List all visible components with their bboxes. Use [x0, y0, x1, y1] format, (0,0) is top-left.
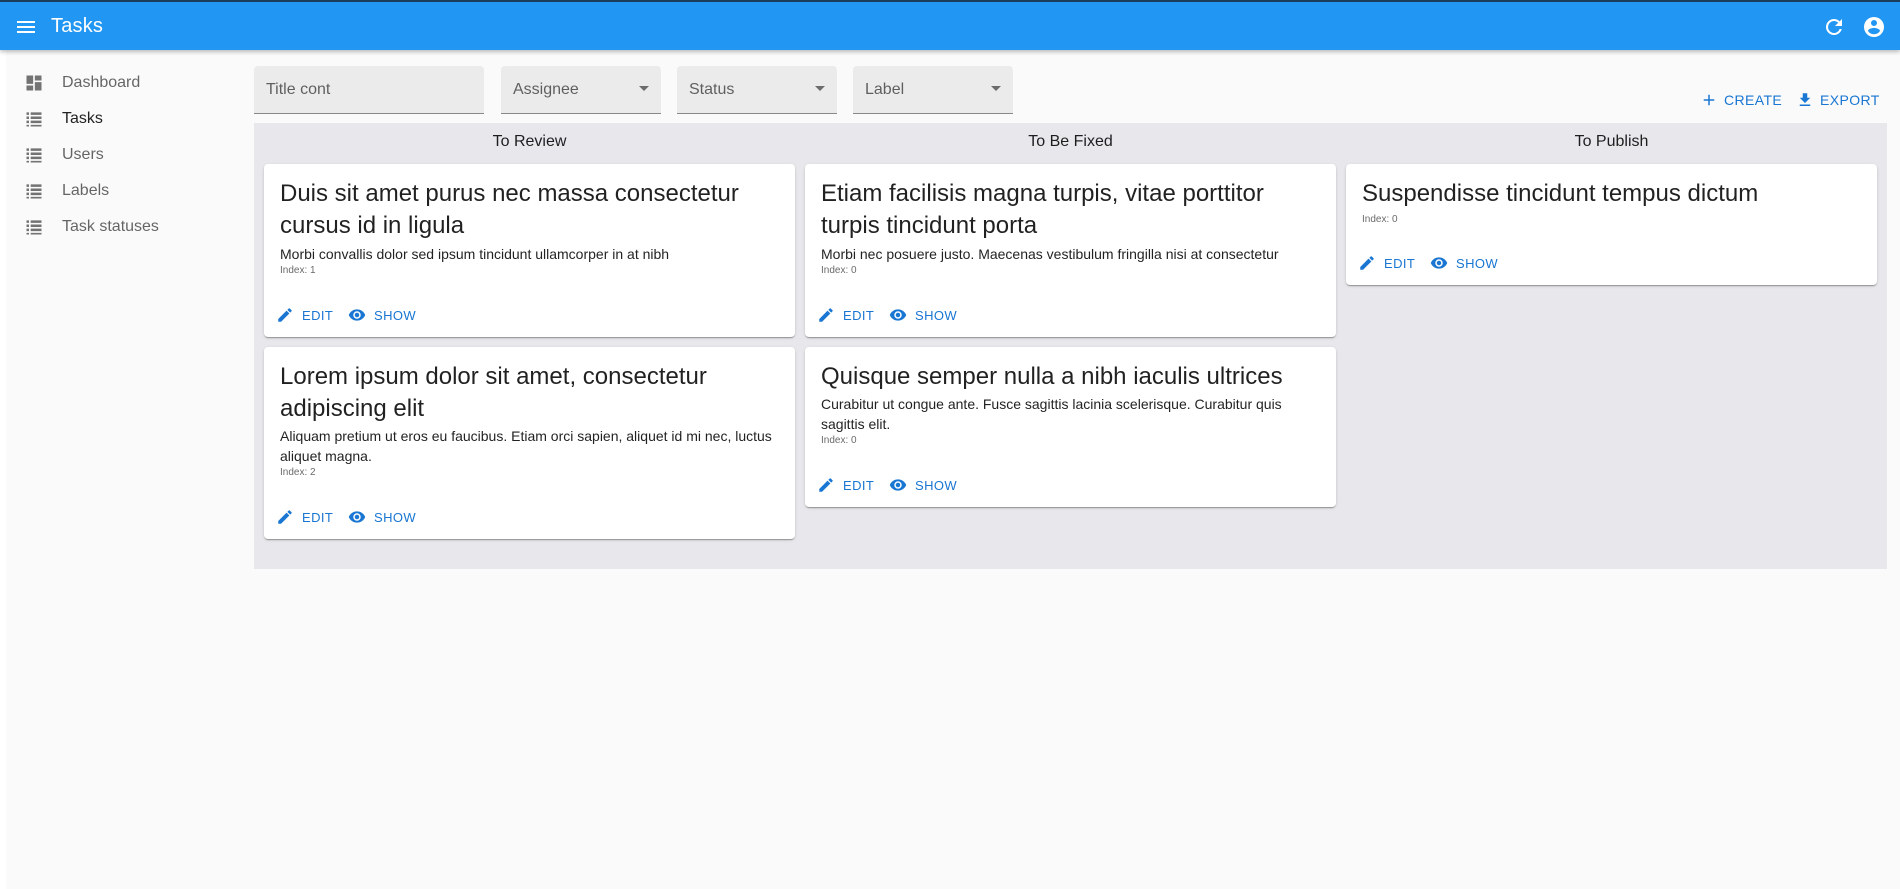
show-button[interactable]: SHOW [889, 305, 957, 325]
sidebar-item-dashboard[interactable]: Dashboard [0, 65, 240, 101]
edit-button-label: EDIT [843, 307, 875, 323]
chevron-down-icon [639, 86, 649, 91]
sidebar-item-tasks[interactable]: Tasks [0, 101, 240, 137]
label-select-label: Label [865, 81, 905, 98]
sidebar-item-label: Dashboard [62, 74, 141, 91]
show-button-label: SHOW [915, 307, 958, 323]
task-card-description: Morbi convallis dolor sed ipsum tincidun… [280, 246, 670, 262]
task-card: Suspendisse tincidunt tempus dictum Inde… [1346, 164, 1877, 285]
column-title-to-be-fixed: To Be Fixed [1028, 133, 1113, 150]
task-card: Quisque semper nulla a nibh iaculis ultr… [805, 347, 1336, 507]
eye-icon [889, 309, 907, 321]
pencil-icon [1360, 256, 1374, 270]
app-bar: Tasks [0, 0, 1900, 50]
plus-icon [1703, 94, 1715, 106]
task-card-title: Lorem ipsum dolor sit amet, consectetur … [280, 363, 707, 422]
task-card-title: Etiam facilisis magna turpis, vitae port… [821, 180, 1264, 239]
show-button-label: SHOW [1456, 255, 1499, 271]
list-icon [24, 217, 44, 237]
column-title-to-publish: To Publish [1574, 133, 1649, 150]
edit-button[interactable]: EDIT [276, 305, 333, 325]
task-card-index: Index: 0 [821, 435, 857, 446]
sidebar-item-task-statuses[interactable]: Task statuses [0, 209, 240, 245]
edit-button-label: EDIT [843, 477, 875, 493]
eye-icon [1430, 257, 1448, 269]
task-card-description: Curabitur ut congue ante. Fusce sagittis… [821, 396, 1282, 432]
task-card-index: Index: 0 [821, 265, 857, 276]
list-icon [24, 145, 44, 165]
pencil-icon [819, 478, 833, 492]
show-button-label: SHOW [374, 509, 417, 525]
title-filter-label: Title cont [266, 81, 331, 98]
create-button[interactable]: CREATE [1700, 90, 1782, 110]
menu-icon[interactable] [14, 15, 38, 39]
edit-button-label: EDIT [302, 509, 334, 525]
pencil-icon [819, 308, 833, 322]
task-card: Etiam facilisis magna turpis, vitae port… [805, 164, 1336, 337]
list-icon [24, 181, 44, 201]
status-select-label: Status [689, 81, 735, 98]
create-button-label: CREATE [1724, 92, 1783, 108]
export-button[interactable]: EXPORT [1796, 90, 1880, 110]
task-card-description: Morbi nec posuere justo. Maecenas vestib… [821, 246, 1279, 262]
sidebar-item-label: Labels [62, 182, 110, 199]
download-icon [1799, 93, 1811, 106]
app-title: Tasks [51, 15, 104, 37]
list-icon [24, 109, 44, 129]
label-select[interactable]: Label [853, 66, 1013, 114]
export-button-label: EXPORT [1820, 92, 1880, 108]
title-filter-input[interactable]: Title cont [254, 66, 484, 114]
task-card-index: Index: 0 [1362, 214, 1398, 225]
edit-button-label: EDIT [1384, 255, 1416, 271]
eye-icon [889, 479, 907, 491]
eye-icon [348, 511, 366, 523]
assignee-select[interactable]: Assignee [501, 66, 661, 114]
edit-button[interactable]: EDIT [817, 475, 874, 495]
eye-icon [348, 309, 366, 321]
sidebar-item-label: Tasks [62, 110, 103, 127]
task-card: Duis sit amet purus nec massa consectetu… [264, 164, 795, 337]
task-card-index: Index: 2 [280, 467, 316, 478]
task-card-title: Duis sit amet purus nec massa consectetu… [280, 180, 739, 239]
dashboard-icon [24, 73, 44, 93]
task-card: Lorem ipsum dolor sit amet, consectetur … [264, 347, 795, 539]
column-title-to-review: To Review [492, 133, 567, 150]
edit-button[interactable]: EDIT [817, 305, 874, 325]
assignee-select-label: Assignee [513, 81, 579, 98]
status-select[interactable]: Status [677, 66, 837, 114]
chevron-down-icon [815, 86, 825, 91]
pencil-icon [278, 510, 292, 524]
show-button-label: SHOW [915, 477, 958, 493]
show-button[interactable]: SHOW [889, 475, 957, 495]
sidebar-item-label: Users [62, 146, 104, 163]
edit-button[interactable]: EDIT [276, 507, 333, 527]
show-button-label: SHOW [374, 307, 417, 323]
refresh-icon[interactable] [1822, 15, 1846, 39]
sidebar-item-users[interactable]: Users [0, 137, 240, 173]
task-card-index: Index: 1 [280, 265, 316, 276]
edit-button[interactable]: EDIT [1358, 253, 1415, 273]
show-button[interactable]: SHOW [348, 507, 416, 527]
sidebar-item-labels[interactable]: Labels [0, 173, 240, 209]
show-button[interactable]: SHOW [1430, 253, 1498, 273]
show-button[interactable]: SHOW [348, 305, 416, 325]
account-circle-icon[interactable] [1862, 15, 1886, 39]
edit-button-label: EDIT [302, 307, 334, 323]
pencil-icon [278, 308, 292, 322]
task-card-title: Quisque semper nulla a nibh iaculis ultr… [821, 363, 1283, 390]
task-card-title: Suspendisse tincidunt tempus dictum [1362, 180, 1759, 207]
task-card-description: Aliquam pretium ut eros eu faucibus. Eti… [280, 428, 772, 464]
sidebar-item-label: Task statuses [62, 218, 159, 235]
chevron-down-icon [991, 86, 1001, 91]
